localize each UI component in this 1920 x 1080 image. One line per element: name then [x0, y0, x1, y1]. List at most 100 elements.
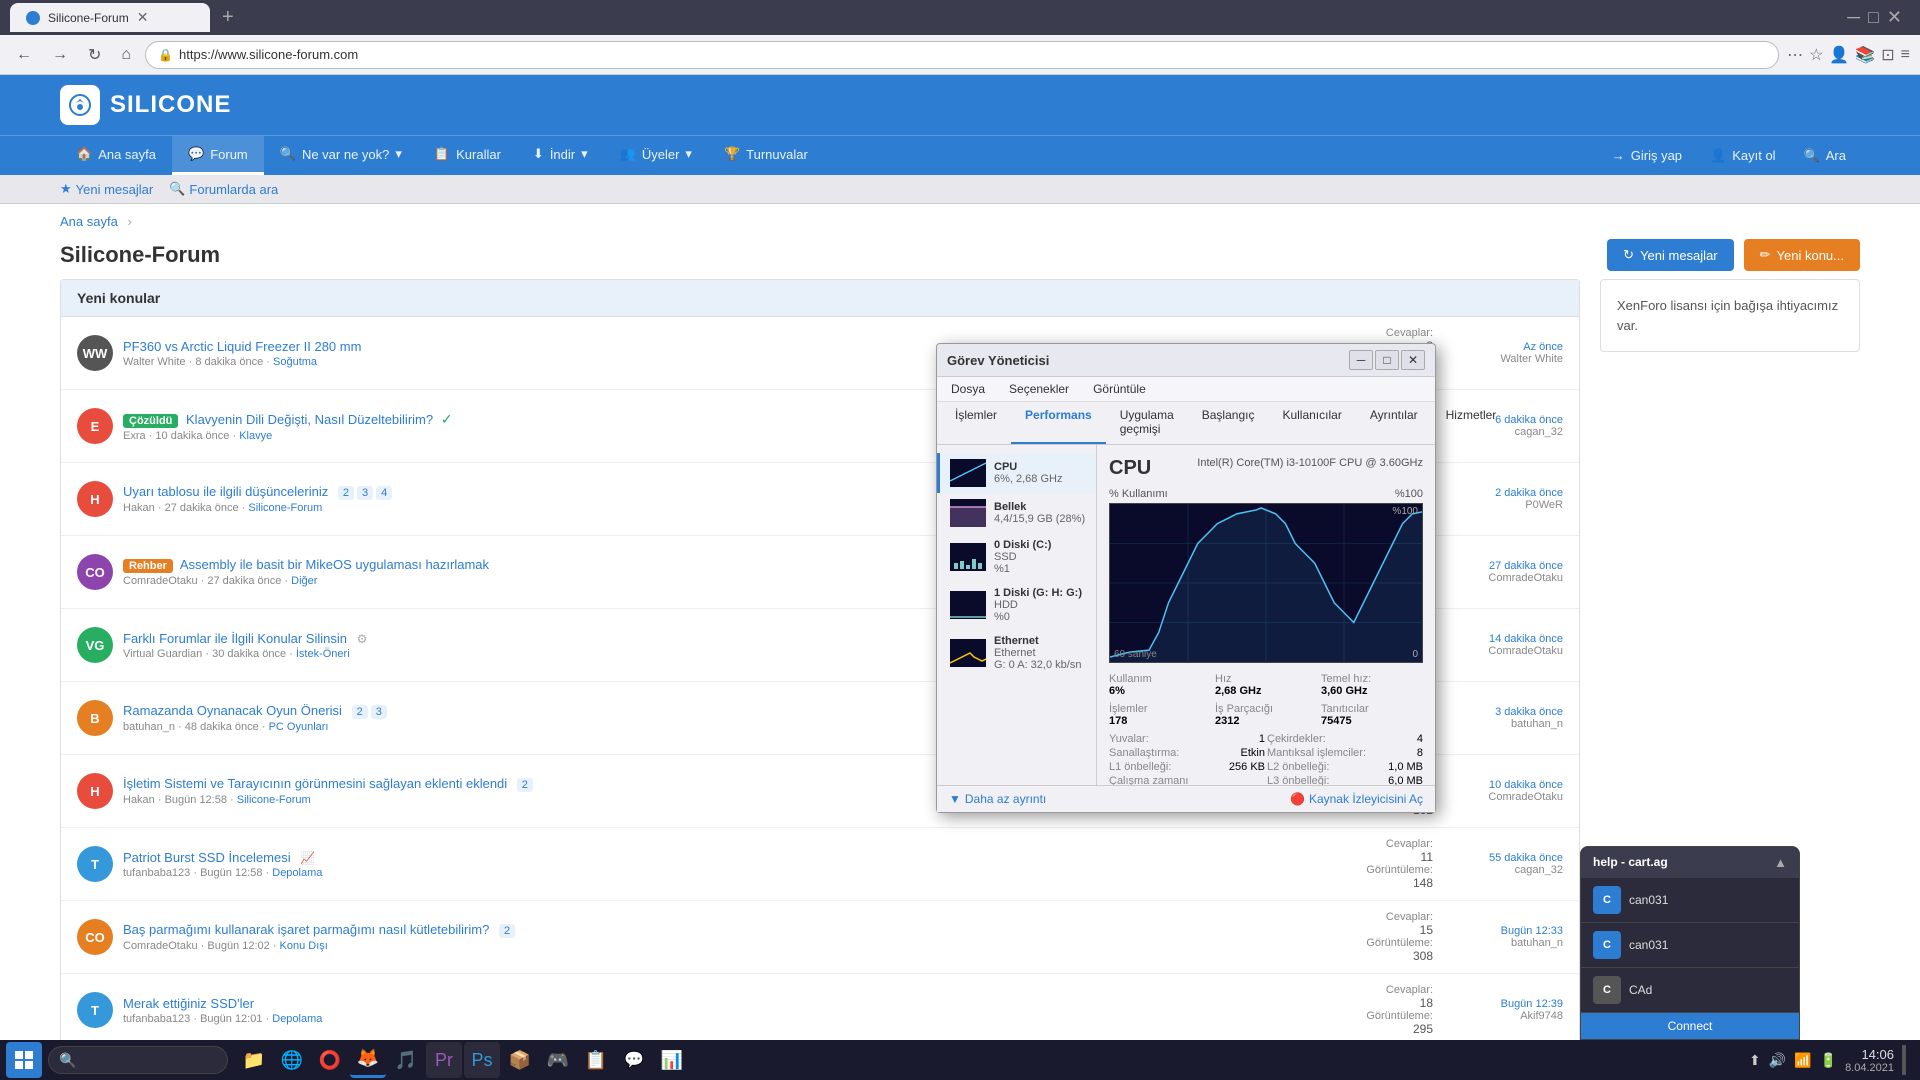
- subnav-yenimesajlar[interactable]: ★ Yeni mesajlar: [60, 181, 153, 197]
- detail-l2: L2 önbelleği:1,0 MB: [1267, 761, 1423, 773]
- extensions-icon[interactable]: ⋯: [1787, 45, 1803, 65]
- device-memory[interactable]: Bellek 4,4/15,9 GB (28%): [937, 493, 1096, 533]
- nav-kayitol[interactable]: 👤 Kayıt ol: [1696, 138, 1790, 174]
- open-resource-monitor-button[interactable]: 🔴 Kaynak İzleyicisini Aç: [1290, 792, 1423, 806]
- tab-ayrintilar[interactable]: Ayrıntılar: [1356, 402, 1432, 444]
- menu-goruntule[interactable]: Görüntüle: [1087, 379, 1152, 399]
- taskbar-steam[interactable]: 🎮: [540, 1042, 576, 1078]
- topic-last-post: 55 dakika önce cagan_32: [1443, 852, 1563, 876]
- tab-hizmetler[interactable]: Hizmetler: [1432, 402, 1511, 444]
- back-button[interactable]: ←: [10, 42, 38, 68]
- device-cpu[interactable]: CPU 6%, 2,68 GHz: [937, 453, 1096, 493]
- menu-dosya[interactable]: Dosya: [945, 379, 991, 399]
- taskbar-photoshop[interactable]: Ps: [464, 1042, 500, 1078]
- task-manager-close-button[interactable]: ✕: [1401, 350, 1425, 370]
- library-icon[interactable]: 📚: [1855, 45, 1875, 65]
- nav-forum[interactable]: 💬 Forum: [172, 136, 264, 175]
- donation-text: XenForo lisansı için bağışa ihtiyacımız …: [1617, 296, 1843, 335]
- tab-uygulama-gecmisi[interactable]: Uygulama geçmişi: [1106, 402, 1188, 444]
- taskbar-app2[interactable]: 📋: [578, 1042, 614, 1078]
- topic-title-link[interactable]: Merak ettiğiniz SSD'ler: [123, 996, 254, 1011]
- topic-avatar: H: [77, 481, 113, 517]
- device-disk1[interactable]: 1 Diski (G: H: G:) HDD %0: [937, 581, 1096, 629]
- minimize-button[interactable]: ─: [1847, 7, 1860, 28]
- breadcrumb-anasayfa[interactable]: Ana sayfa: [60, 214, 118, 229]
- chat-connect-button[interactable]: Connect: [1581, 1013, 1799, 1039]
- detail-yuvalar: Yuvalar:1: [1109, 733, 1265, 745]
- topic-row: T Merak ettiğiniz SSD'ler tufanbaba123 ·…: [61, 974, 1579, 1047]
- topic-title-link[interactable]: Baş parmağımı kullanarak işaret parmağım…: [123, 922, 489, 937]
- taskbar-spotify[interactable]: 🎵: [388, 1042, 424, 1078]
- device-disk0[interactable]: 0 Diski (C:) SSD %1: [937, 533, 1096, 581]
- tab-close-button[interactable]: ✕: [137, 9, 149, 26]
- stat-temel-hiz: Temel hız: 3,60 GHz: [1321, 673, 1423, 697]
- taskbar-premiere[interactable]: Pr: [426, 1042, 462, 1078]
- tab-active[interactable]: Silicone-Forum ✕: [10, 3, 210, 32]
- chat-collapse-button[interactable]: ▲: [1774, 855, 1787, 870]
- taskbar: 🔍 📁 🌐 ⭕ 🦊 🎵 Pr Ps 📦 🎮 📋 💬 📊 ⬆ 🔊 📶 🔋 14:0…: [0, 1040, 1920, 1080]
- topic-last-post: 14 dakika önce ComradeOtaku: [1443, 633, 1563, 657]
- nav-turnuvalar[interactable]: 🏆 Turnuvalar: [708, 136, 824, 175]
- topic-title-link[interactable]: Ramazanda Oynanacak Oyun Önerisi: [123, 703, 342, 718]
- topic-title-link[interactable]: Assembly ile basit bir MikeOS uygulaması…: [180, 557, 489, 572]
- taskbar-file-explorer[interactable]: 📁: [236, 1042, 272, 1078]
- tab-title: Silicone-Forum: [48, 11, 129, 25]
- tab-kullanicilar[interactable]: Kullanıcılar: [1268, 402, 1355, 444]
- address-bar[interactable]: 🔒 https://www.silicone-forum.com: [145, 41, 1779, 69]
- subnav-forumlardaara[interactable]: 🔍 Forumlarda ara: [169, 181, 278, 197]
- new-topic-button[interactable]: ✏ Yeni konu...: [1744, 239, 1860, 271]
- device-ethernet[interactable]: Ethernet Ethernet G: 0 A: 32,0 kb/sn: [937, 629, 1096, 677]
- topic-avatar: H: [77, 773, 113, 809]
- new-tab-button[interactable]: +: [222, 6, 234, 29]
- tab-islemler[interactable]: İşlemler: [941, 402, 1011, 444]
- tray-icon-4: 🔋: [1820, 1052, 1837, 1069]
- refresh-icon: ↻: [1623, 247, 1634, 263]
- topic-title-link[interactable]: İşletim Sistemi ve Tarayıcının görünmesi…: [123, 776, 507, 791]
- nav-anasayfa[interactable]: 🏠 Ana sayfa: [60, 136, 172, 175]
- topic-title-link[interactable]: Uyarı tablosu ile ilgili düşünceleriniz: [123, 484, 328, 499]
- less-info-button[interactable]: ▼ Daha az ayrıntı: [949, 792, 1046, 806]
- nav-indir[interactable]: ⬇ İndir ▾: [517, 136, 604, 175]
- task-manager-minimize-button[interactable]: ─: [1349, 350, 1373, 370]
- topic-avatar: B: [77, 700, 113, 736]
- sync-icon[interactable]: ⊡: [1881, 45, 1894, 65]
- topic-title-link[interactable]: PF360 vs Arctic Liquid Freezer II 280 mm: [123, 339, 361, 354]
- pct-usage-label: % Kullanımı: [1109, 488, 1168, 500]
- tab-baslangic[interactable]: Başlangıç: [1188, 402, 1269, 444]
- menu-secenekler[interactable]: Seçenekler: [1003, 379, 1075, 399]
- taskbar-task-manager[interactable]: 📊: [654, 1042, 690, 1078]
- topic-title-link[interactable]: Klavyenin Dili Değişti, Nasıl Düzeltebil…: [186, 412, 433, 427]
- logo-icon: [60, 85, 100, 125]
- topic-title-link[interactable]: Patriot Burst SSD İncelemesi: [123, 850, 291, 865]
- show-desktop-button[interactable]: [1902, 1045, 1906, 1075]
- close-window-button[interactable]: ✕: [1887, 7, 1902, 28]
- taskbar-opera[interactable]: ⭕: [312, 1042, 348, 1078]
- nav-uyeler[interactable]: 👥 Üyeler ▾: [604, 136, 708, 175]
- topic-title-link[interactable]: Farklı Forumlar ile İlgili Konular Silin…: [123, 631, 347, 646]
- nav-girisyap[interactable]: → Giriş yap: [1598, 138, 1696, 174]
- reload-button[interactable]: ↻: [82, 41, 107, 69]
- topic-avatar: T: [77, 992, 113, 1028]
- taskbar-chrome[interactable]: 🌐: [274, 1042, 310, 1078]
- tab-performans[interactable]: Performans: [1011, 402, 1106, 444]
- maximize-button[interactable]: □: [1868, 7, 1879, 28]
- forward-button[interactable]: →: [46, 42, 74, 68]
- taskbar-search[interactable]: 🔍: [48, 1046, 228, 1074]
- profile-icon[interactable]: 👤: [1829, 45, 1849, 65]
- home-button[interactable]: ⌂: [115, 42, 137, 68]
- taskbar-discord[interactable]: 💬: [616, 1042, 652, 1078]
- menu-icon[interactable]: ≡: [1901, 46, 1910, 64]
- gear-icon: ⚙: [357, 632, 368, 646]
- site-logo[interactable]: SILICONE: [60, 85, 231, 125]
- taskbar-firefox[interactable]: 🦊: [350, 1042, 386, 1078]
- taskbar-app1[interactable]: 📦: [502, 1042, 538, 1078]
- task-manager-maximize-button[interactable]: □: [1375, 350, 1399, 370]
- nav-nevarneyok[interactable]: 🔍 Ne var ne yok? ▾: [264, 136, 418, 175]
- nav-kurallar[interactable]: 📋 Kurallar: [418, 136, 517, 175]
- detail-l1: L1 önbelleği:256 KB: [1109, 761, 1265, 773]
- new-messages-button[interactable]: ↻ Yeni mesajlar: [1607, 239, 1733, 271]
- topic-avatar: T: [77, 846, 113, 882]
- start-button[interactable]: [6, 1042, 42, 1078]
- nav-ara[interactable]: 🔍 Ara: [1790, 138, 1860, 174]
- bookmark-icon[interactable]: ☆: [1809, 45, 1823, 65]
